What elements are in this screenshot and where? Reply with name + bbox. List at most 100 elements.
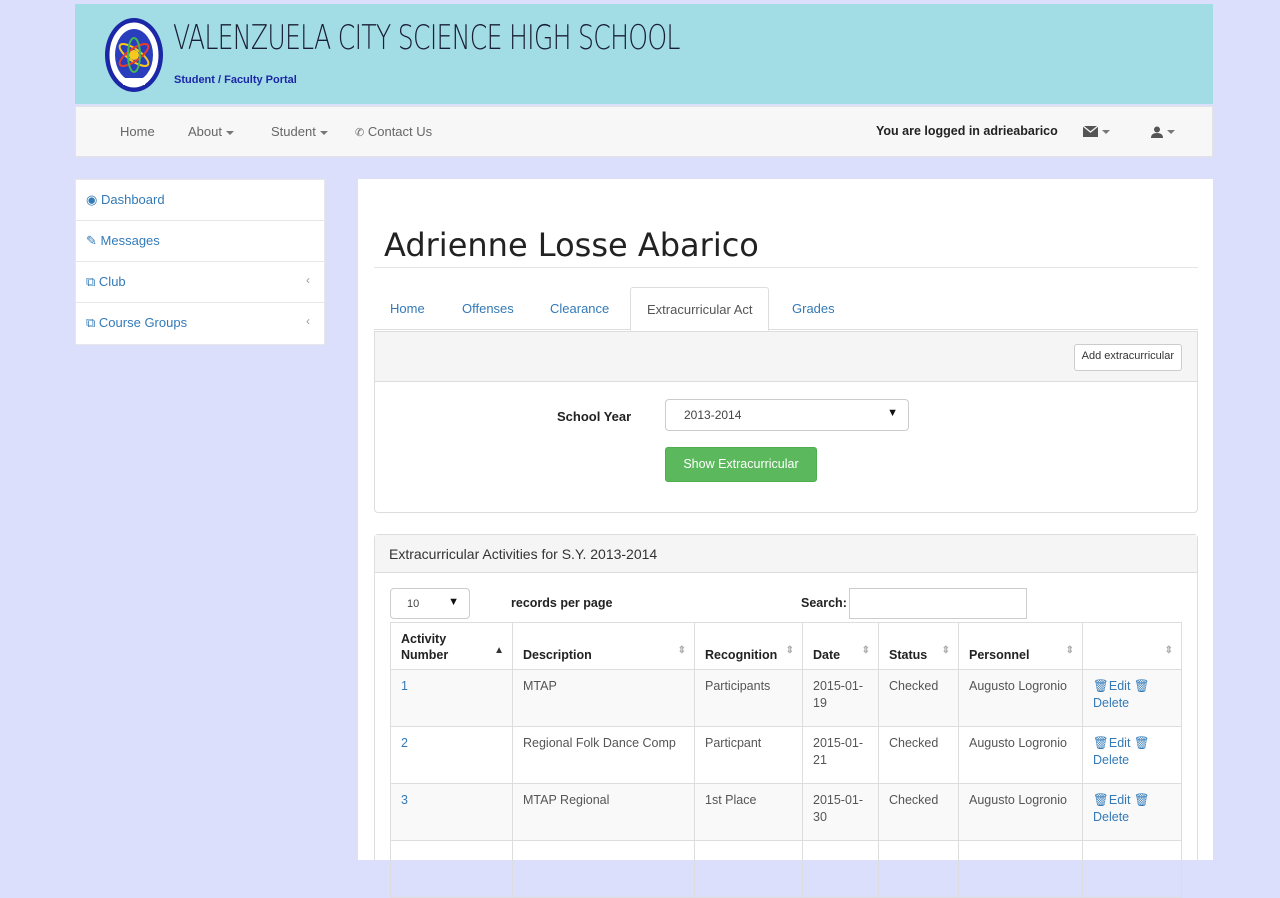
activity-number-link[interactable]: 3: [401, 793, 408, 807]
search-input[interactable]: [849, 588, 1027, 619]
school-logo: [105, 18, 163, 92]
description-cell: MTAP: [512, 669, 695, 727]
add-extracurricular-button[interactable]: Add extracurricular: [1073, 344, 1182, 371]
sidebar-item-messages[interactable]: ✎ Messages: [76, 221, 324, 262]
search-label: Search:: [801, 596, 847, 610]
edit-button[interactable]: 🗑Edit: [1093, 793, 1130, 807]
date-cell: 2015-01-30: [802, 783, 879, 841]
description-cell: MTAP Regional: [512, 783, 695, 841]
table-row: 2 Regional Folk Dance Comp Particpant 20…: [390, 726, 1182, 784]
sort-icon: ⇕: [1164, 645, 1173, 656]
sidebar-item-club[interactable]: ⧉ Club ‹: [76, 262, 324, 303]
top-navbar: Home About Student ✆ Contact Us You are …: [75, 106, 1213, 157]
personnel-cell: Augusto Logronio: [958, 726, 1083, 784]
trash-icon: 🗑: [1133, 736, 1150, 750]
filter-panel: Add extracurricular School Year 2013-201…: [374, 331, 1198, 513]
caret-down-icon: [1102, 129, 1110, 134]
user-dropdown[interactable]: [1151, 123, 1175, 138]
recognition-cell: Particpant: [694, 726, 803, 784]
dropdown-arrow-icon: ▼: [448, 596, 459, 608]
table-row: 3 MTAP Regional 1st Place 2015-01-30 Che…: [390, 783, 1182, 841]
column-personnel[interactable]: Personnel ⇕: [958, 622, 1083, 670]
sidebar-item-dashboard[interactable]: ◉ Dashboard: [76, 180, 324, 221]
divider: [374, 267, 1198, 268]
user-icon: [1151, 126, 1163, 138]
caret-down-icon: [1167, 129, 1175, 134]
trash-icon: 🗑: [1093, 679, 1109, 693]
column-recognition[interactable]: Recognition ⇕: [694, 622, 803, 670]
edit-icon: ✎: [86, 233, 97, 248]
table-header-row: Activity Number ▲ Description ⇕ Recognitio…: [390, 622, 1182, 670]
nav-student-dropdown[interactable]: Student: [271, 124, 328, 139]
trash-icon: 🗑: [1133, 679, 1150, 693]
caret-down-icon: [319, 130, 328, 135]
sort-icon: ⇕: [677, 645, 686, 656]
envelope-icon: [1082, 125, 1099, 138]
activity-number-link[interactable]: 2: [401, 736, 408, 750]
trash-icon: 🗑: [1093, 736, 1109, 750]
tab-grades[interactable]: Grades: [776, 287, 851, 330]
column-actions[interactable]: ⇕: [1082, 622, 1182, 670]
sort-icon: ⇕: [941, 645, 950, 656]
school-year-label: School Year: [557, 409, 632, 424]
main-content: Adrienne Losse Abarico Home Offenses Cle…: [358, 179, 1213, 898]
tab-offenses[interactable]: Offenses: [446, 287, 530, 330]
sort-icon: ⇕: [861, 645, 870, 656]
sort-icon: ⇕: [1065, 645, 1074, 656]
table-row: [390, 840, 1182, 898]
caret-down-icon: [225, 130, 234, 135]
phone-icon: ✆: [355, 127, 365, 139]
activity-number-link[interactable]: 1: [401, 679, 408, 693]
logged-in-text: You are logged in adrieabarico: [876, 124, 1058, 138]
personnel-cell: Augusto Logronio: [958, 669, 1083, 727]
sidebar: ◉ Dashboard ✎ Messages ⧉ Club ‹ ⧉ Course…: [75, 179, 325, 345]
copy-icon: ⧉: [86, 315, 96, 330]
column-date[interactable]: Date ⇕: [802, 622, 879, 670]
sidebar-item-course-groups[interactable]: ⧉ Course Groups ‹: [76, 303, 324, 344]
nav-home[interactable]: Home: [120, 124, 155, 139]
nav-contact[interactable]: ✆ Contact Us: [355, 124, 432, 139]
tab-bar: Home Offenses Clearance Extracurricular …: [374, 287, 1198, 331]
copy-icon: ⧉: [86, 274, 96, 289]
date-cell: 2015-01-21: [802, 726, 879, 784]
sort-icon: ⇕: [785, 645, 794, 656]
column-status[interactable]: Status ⇕: [878, 622, 959, 670]
edit-button[interactable]: 🗑Edit: [1093, 679, 1130, 693]
column-activity-number[interactable]: Activity Number ▲: [390, 622, 513, 670]
dropdown-arrow-icon: ▼: [887, 407, 898, 419]
nav-about-dropdown[interactable]: About: [188, 124, 234, 139]
date-cell: 2015-01-19: [802, 669, 879, 727]
status-cell: Checked: [878, 669, 959, 727]
page-size-select[interactable]: 10 ▼: [390, 588, 470, 619]
column-description[interactable]: Description ⇕: [512, 622, 695, 670]
trash-icon: 🗑: [1093, 793, 1109, 807]
school-year-select[interactable]: 2013-2014 ▼: [665, 399, 909, 431]
show-extracurricular-button[interactable]: Show Extracurricular: [665, 447, 817, 482]
edit-button[interactable]: 🗑Edit: [1093, 736, 1130, 750]
tab-clearance[interactable]: Clearance: [534, 287, 625, 330]
site-header: VALENZUELA CITY SCIENCE HIGH SCHOOL Stud…: [75, 4, 1213, 104]
trash-icon: 🗑: [1133, 793, 1150, 807]
chevron-left-icon: ‹: [306, 273, 310, 287]
description-cell: Regional Folk Dance Comp: [512, 726, 695, 784]
activities-panel: Extracurricular Activities for S.Y. 2013…: [374, 534, 1198, 898]
dashboard-icon: ◉: [86, 192, 98, 207]
sort-asc-icon: ▲: [494, 645, 504, 656]
recognition-cell: 1st Place: [694, 783, 803, 841]
table-row: 1 MTAP Participants 2015-01-19 Checked A…: [390, 669, 1182, 727]
activities-table: Activity Number ▲ Description ⇕ Recognitio…: [390, 622, 1182, 898]
school-name: VALENZUELA CITY SCIENCE HIGH SCHOOL: [173, 18, 680, 58]
status-cell: Checked: [878, 783, 959, 841]
status-cell: Checked: [878, 726, 959, 784]
tab-extracurricular[interactable]: Extracurricular Act: [630, 287, 770, 331]
portal-subtitle: Student / Faculty Portal: [174, 74, 297, 86]
recognition-cell: Participants: [694, 669, 803, 727]
tab-home[interactable]: Home: [374, 287, 441, 330]
chevron-left-icon: ‹: [306, 314, 310, 328]
filter-panel-heading: Add extracurricular: [375, 332, 1197, 382]
records-per-page-label: records per page: [511, 596, 613, 610]
personnel-cell: Augusto Logronio: [958, 783, 1083, 841]
messages-dropdown[interactable]: [1082, 123, 1110, 138]
page-title: Adrienne Losse Abarico: [384, 226, 759, 264]
activities-panel-title: Extracurricular Activities for S.Y. 2013…: [375, 535, 1197, 573]
